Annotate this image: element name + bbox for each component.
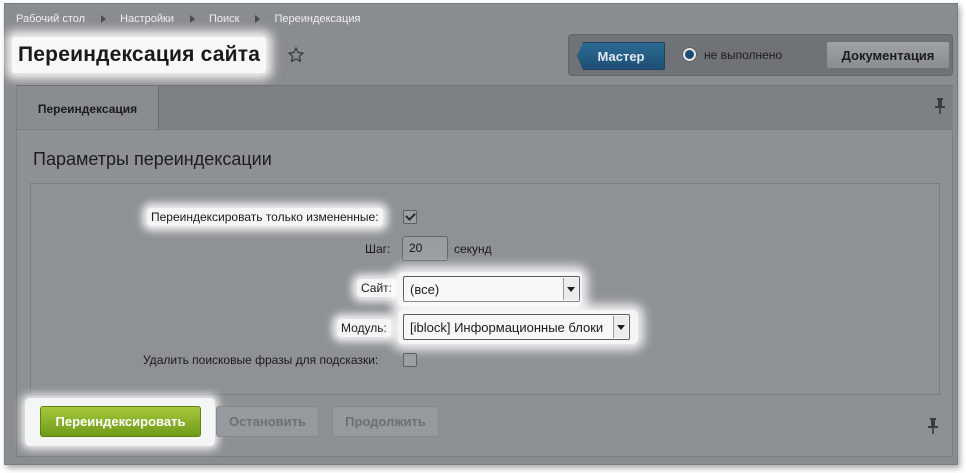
- page-title-container: Переиндексация сайта: [12, 37, 267, 73]
- step-unit-label: секунд: [454, 242, 492, 256]
- step-input[interactable]: 20: [402, 236, 448, 261]
- breadcrumb-item-current: Переиндексация: [274, 13, 361, 25]
- star-icon[interactable]: [287, 46, 305, 64]
- breadcrumb: Рабочий стол Настройки Поиск Переиндекса…: [16, 13, 360, 25]
- chevron-down-icon[interactable]: [613, 316, 628, 338]
- admin-window: Рабочий стол Настройки Поиск Переиндекса…: [4, 3, 958, 465]
- pin-icon[interactable]: [927, 418, 939, 434]
- delete-phrases-label: Удалить поисковые фразы для подсказки:: [143, 353, 379, 367]
- master-button[interactable]: Мастер: [577, 42, 665, 70]
- breadcrumb-item-desktop[interactable]: Рабочий стол: [16, 13, 85, 25]
- page-title: Переиндексация сайта: [18, 43, 261, 66]
- reindex-button[interactable]: Переиндексировать: [40, 406, 201, 437]
- tab-reindex[interactable]: Переиндексация: [17, 86, 159, 131]
- site-label: Сайт:: [357, 279, 397, 297]
- status-label: не выполнено: [704, 47, 783, 62]
- section-title: Параметры переиндексации: [33, 149, 272, 169]
- site-select[interactable]: (все): [403, 276, 580, 302]
- top-toolbar: Мастер не выполнено Документация: [568, 34, 953, 76]
- chevron-down-icon[interactable]: [563, 278, 578, 300]
- stop-button: Остановить: [216, 406, 319, 437]
- breadcrumb-item-search[interactable]: Поиск: [209, 13, 239, 25]
- pin-icon[interactable]: [934, 98, 946, 114]
- breadcrumb-arrow-icon: [255, 15, 261, 23]
- wizard-status: не выполнено: [682, 47, 782, 62]
- breadcrumb-item-settings[interactable]: Настройки: [120, 13, 174, 25]
- tab-bar: Переиндексация: [16, 85, 953, 131]
- breadcrumb-arrow-icon: [101, 15, 107, 23]
- site-select-value: (все): [410, 281, 440, 297]
- module-select-value: [iblock] Информационные блоки: [410, 319, 604, 335]
- documentation-button[interactable]: Документация: [826, 41, 950, 69]
- continue-button: Продолжить: [332, 406, 439, 437]
- reindex-form: Переиндексировать только измененные: Шаг…: [30, 183, 940, 395]
- breadcrumb-arrow-icon: [190, 15, 195, 23]
- only-changed-label: Переиндексировать только измененные:: [147, 208, 383, 226]
- status-dot-icon: [682, 47, 697, 62]
- step-label: Шаг:: [365, 242, 391, 256]
- delete-phrases-checkbox[interactable]: [403, 353, 417, 367]
- settings-panel: Параметры переиндексации Переиндексирова…: [16, 129, 953, 457]
- module-select[interactable]: [iblock] Информационные блоки: [403, 314, 630, 340]
- module-label: Модуль:: [337, 319, 391, 337]
- only-changed-checkbox[interactable]: [403, 210, 417, 224]
